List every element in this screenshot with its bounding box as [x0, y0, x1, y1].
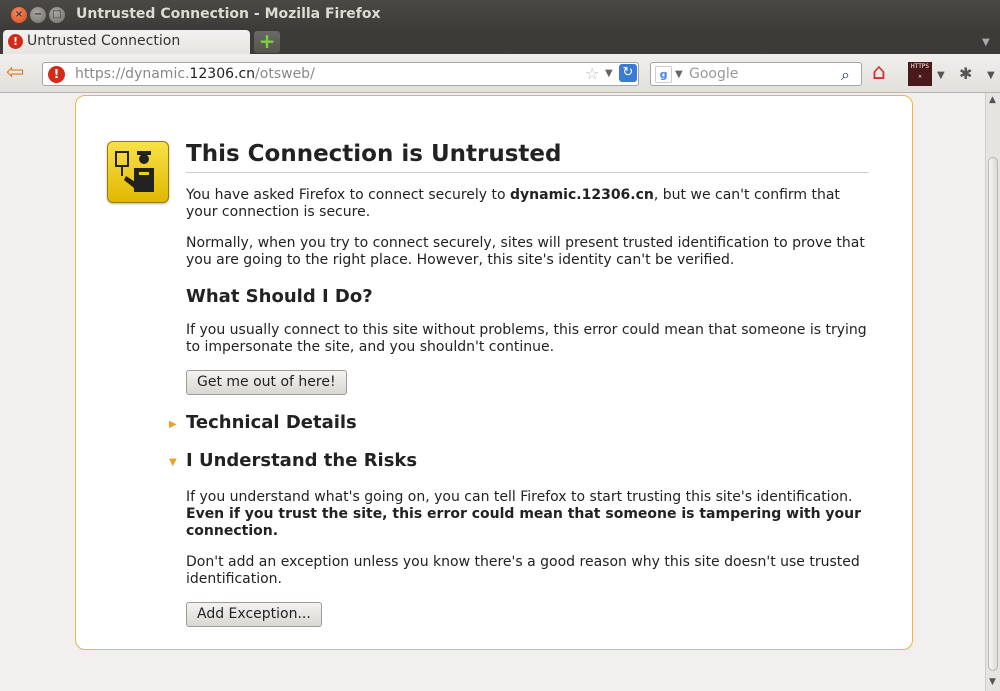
error-page-container: This Connection is Untrusted You have as… [75, 95, 913, 650]
addon-bug-icon[interactable]: ✱ [959, 64, 972, 83]
addon-dropdown-icon[interactable]: ▼ [987, 70, 995, 81]
window-title: Untrusted Connection - Mozilla Firefox [76, 6, 381, 22]
tab-untrusted-connection[interactable]: ! Untrusted Connection [3, 30, 250, 54]
vertical-scrollbar[interactable]: ▲ ▼ [985, 93, 1000, 691]
google-engine-icon[interactable]: g [655, 66, 672, 83]
title-bar: × − □ Untrusted Connection - Mozilla Fir… [0, 0, 1000, 30]
untrusted-officer-icon [107, 141, 169, 203]
scroll-down-icon[interactable]: ▼ [989, 677, 996, 687]
what-should-i-do-heading: What Should I Do? [186, 286, 373, 307]
expanded-triangle-icon[interactable]: ▼ [169, 452, 177, 474]
new-tab-button[interactable]: + [254, 31, 280, 53]
home-icon[interactable]: ⌂ [872, 61, 886, 85]
tab-label: Untrusted Connection [27, 33, 181, 49]
bookmark-star-icon[interactable]: ☆ [585, 64, 599, 83]
tab-list-dropdown-icon[interactable]: ▼ [982, 37, 990, 48]
https-dropdown-icon[interactable]: ▼ [937, 70, 945, 81]
search-engine-dropdown-icon[interactable]: ▼ [675, 69, 683, 80]
tab-bar: ! Untrusted Connection + ▼ [0, 30, 1000, 54]
understand-risks-expander[interactable]: ▼ I Understand the Risks [169, 450, 869, 472]
window-minimize-button[interactable]: − [30, 7, 46, 23]
back-arrow-icon[interactable]: ⇦ [6, 62, 24, 84]
what-should-i-do-text: If you usually connect to this site with… [186, 322, 867, 355]
understand-risks-heading[interactable]: I Understand the Risks [186, 450, 417, 471]
scroll-up-icon[interactable]: ▲ [989, 95, 996, 105]
window-maximize-button[interactable]: □ [49, 7, 65, 23]
window-close-button[interactable]: × [11, 7, 27, 23]
search-bar[interactable]: g ▼ Google ⌕ [650, 62, 862, 86]
navigation-toolbar: ⇦ ! https://dynamic.12306.cn/otsweb/ ☆ ▼… [0, 54, 1000, 93]
search-magnifier-icon[interactable]: ⌕ [841, 65, 850, 85]
risks-paragraph: If you understand what's going on, you c… [186, 489, 862, 539]
collapsed-triangle-icon[interactable]: ▶ [169, 414, 177, 436]
add-exception-button[interactable]: Add Exception... [186, 602, 322, 627]
reload-icon[interactable]: ↻ [619, 64, 637, 82]
exception-paragraph: Don't add an exception unless you know t… [186, 554, 860, 587]
history-dropdown-icon[interactable]: ▼ [605, 68, 613, 79]
https-everywhere-icon[interactable]: HTTPS ✕ [908, 62, 932, 86]
error-content: This Connection is Untrusted You have as… [169, 140, 869, 627]
page-viewport: This Connection is Untrusted You have as… [0, 93, 985, 691]
page-title: This Connection is Untrusted [186, 140, 869, 173]
site-identity-error-icon[interactable]: ! [48, 66, 65, 83]
error-icon: ! [8, 34, 23, 49]
search-input[interactable]: Google [689, 66, 738, 82]
url-bar[interactable]: ! https://dynamic.12306.cn/otsweb/ ☆ ▼ ↻ [42, 62, 639, 86]
scrollbar-thumb[interactable] [988, 157, 998, 671]
intro-paragraph: You have asked Firefox to connect secure… [186, 187, 840, 220]
normally-paragraph: Normally, when you try to connect secure… [186, 235, 865, 268]
technical-details-heading[interactable]: Technical Details [186, 412, 357, 433]
url-text[interactable]: https://dynamic.12306.cn/otsweb/ [75, 66, 315, 82]
get-me-out-button[interactable]: Get me out of here! [186, 370, 347, 395]
technical-details-expander[interactable]: ▶ Technical Details [169, 412, 869, 434]
